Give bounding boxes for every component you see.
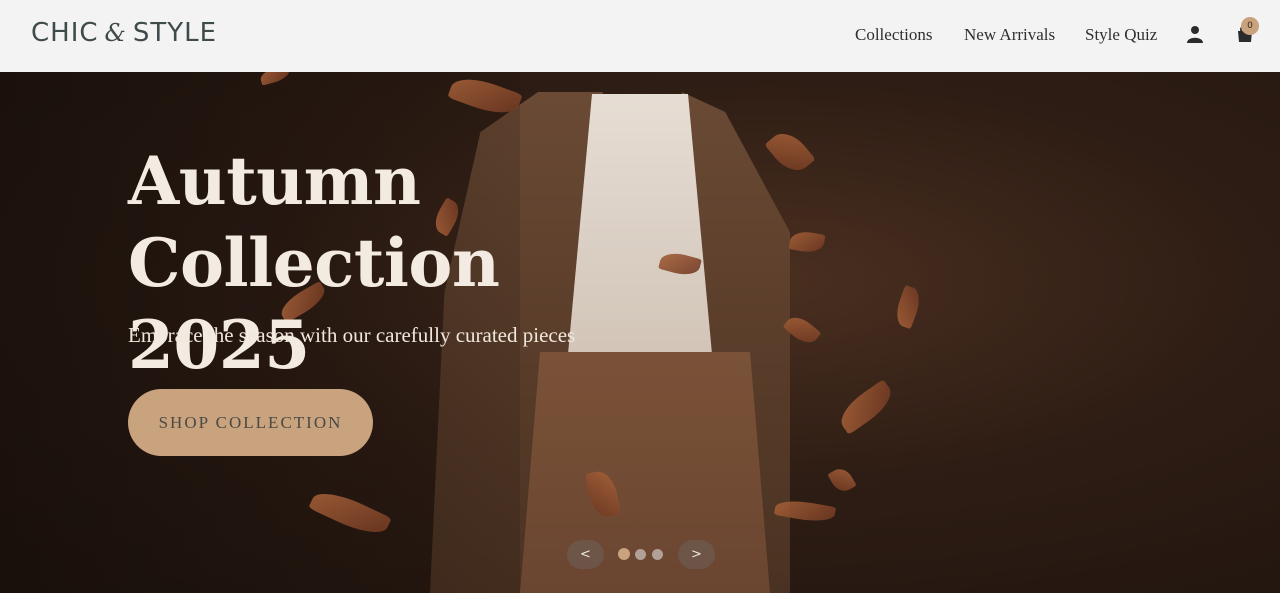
leaf-decoration: [788, 229, 826, 255]
hero-title-line1: Autumn: [128, 142, 421, 220]
carousel-prev-button[interactable]: <: [567, 540, 604, 569]
nav-style-quiz[interactable]: Style Quiz: [1085, 25, 1157, 45]
nav-new-arrivals[interactable]: New Arrivals: [964, 25, 1055, 45]
site-header: CHIC & STYLE Collections New Arrivals Styl…: [0, 0, 1280, 72]
logo-text-chic: CHIC: [31, 18, 99, 48]
nav-collections[interactable]: Collections: [855, 25, 932, 45]
leaf-decoration: [827, 464, 857, 496]
shop-collection-button[interactable]: SHOP COLLECTION: [128, 389, 373, 456]
leaf-decoration: [891, 284, 925, 330]
logo[interactable]: CHIC & STYLE: [31, 18, 217, 48]
carousel-next-button[interactable]: >: [678, 540, 715, 569]
user-icon[interactable]: [1187, 25, 1203, 43]
hero-banner: Autumn Collection 2025 Embrace the seaso…: [0, 72, 1280, 593]
leaf-decoration: [764, 125, 816, 179]
carousel-dot-2[interactable]: [635, 549, 646, 560]
carousel-dot-1[interactable]: [618, 548, 630, 560]
leaf-decoration: [833, 379, 899, 435]
logo-text-style: STYLE: [132, 18, 218, 48]
carousel-dot-3[interactable]: [652, 549, 663, 560]
hero-subtitle: Embrace the season with our carefully cu…: [128, 323, 576, 347]
logo-ampersand: &: [104, 19, 127, 47]
hero-title: Autumn Collection 2025: [128, 140, 688, 386]
cart-count-badge: 0: [1241, 17, 1259, 35]
hero-title-line2: Collection 2025: [128, 224, 500, 384]
